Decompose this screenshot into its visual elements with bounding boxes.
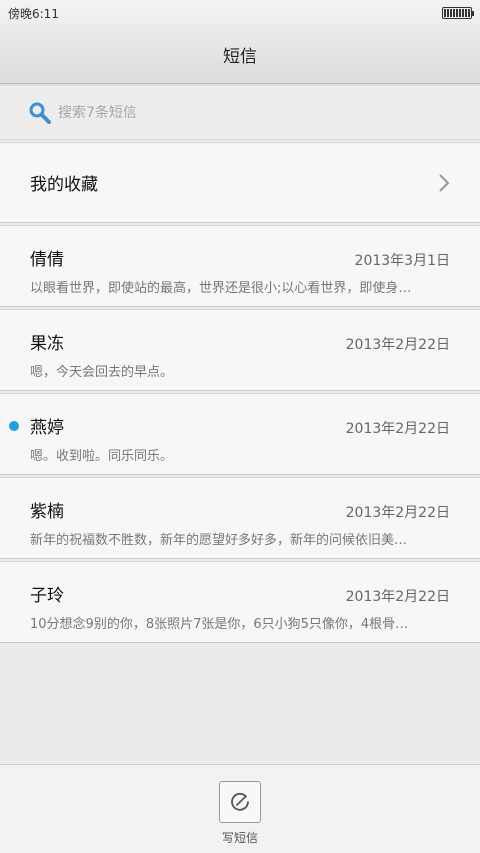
page-title: 短信 (223, 47, 257, 67)
search-bar[interactable] (0, 86, 480, 140)
message-date: 2013年2月22日 (345, 505, 450, 521)
status-bar: 傍晚6:11 (0, 0, 480, 26)
contact-name: 燕婷 (30, 418, 64, 438)
message-date: 2013年2月22日 (345, 337, 450, 353)
bottom-bar: 写短信 (0, 764, 480, 853)
contact-name: 果冻 (30, 334, 64, 354)
chevron-right-icon (439, 173, 450, 192)
search-input[interactable] (58, 104, 358, 121)
favorites-label: 我的收藏 (30, 175, 98, 195)
compose-label: 写短信 (221, 831, 258, 845)
message-preview: 嗯。收到啦。同乐同乐。 (30, 449, 174, 464)
message-preview: 10分想念9别的你，8张照片7张是你，6只小狗5只像你，4根骨… (30, 617, 409, 632)
contact-name: 紫楠 (30, 502, 64, 522)
battery-icon (442, 7, 474, 19)
conversation-item[interactable]: 子玲 2013年2月22日 10分想念9别的你，8张照片7张是你，6只小狗5只像… (0, 561, 480, 643)
conversation-item[interactable]: 果冻 2013年2月22日 嗯，今天会回去的早点。 (0, 309, 480, 391)
message-date: 2013年2月22日 (345, 589, 450, 605)
compose-button[interactable] (219, 781, 261, 823)
conversation-item[interactable]: 紫楠 2013年2月22日 新年的祝福数不胜数，新年的愿望好多好多，新年的问候依… (0, 477, 480, 559)
compose-icon (231, 792, 249, 811)
conversation-item[interactable]: 燕婷 2013年2月22日 嗯。收到啦。同乐同乐。 (0, 393, 480, 475)
contact-name: 子玲 (30, 586, 64, 606)
message-date: 2013年2月22日 (345, 421, 450, 437)
search-icon (29, 102, 51, 124)
favorites-item[interactable]: 我的收藏 (0, 142, 480, 223)
message-date: 2013年3月1日 (354, 253, 450, 269)
conversation-item[interactable]: 倩倩 2013年3月1日 以眼看世界，即使站的最高，世界还是很小;以心看世界，即… (0, 225, 480, 307)
contact-name: 倩倩 (30, 250, 64, 270)
title-bar: 短信 (0, 26, 480, 84)
message-preview: 新年的祝福数不胜数，新年的愿望好多好多，新年的问候依旧美… (30, 533, 408, 548)
message-preview: 嗯，今天会回去的早点。 (30, 365, 174, 380)
status-time: 傍晚6:11 (8, 6, 59, 21)
unread-indicator (9, 421, 19, 431)
message-preview: 以眼看世界，即使站的最高，世界还是很小;以心看世界，即使身… (30, 281, 412, 296)
